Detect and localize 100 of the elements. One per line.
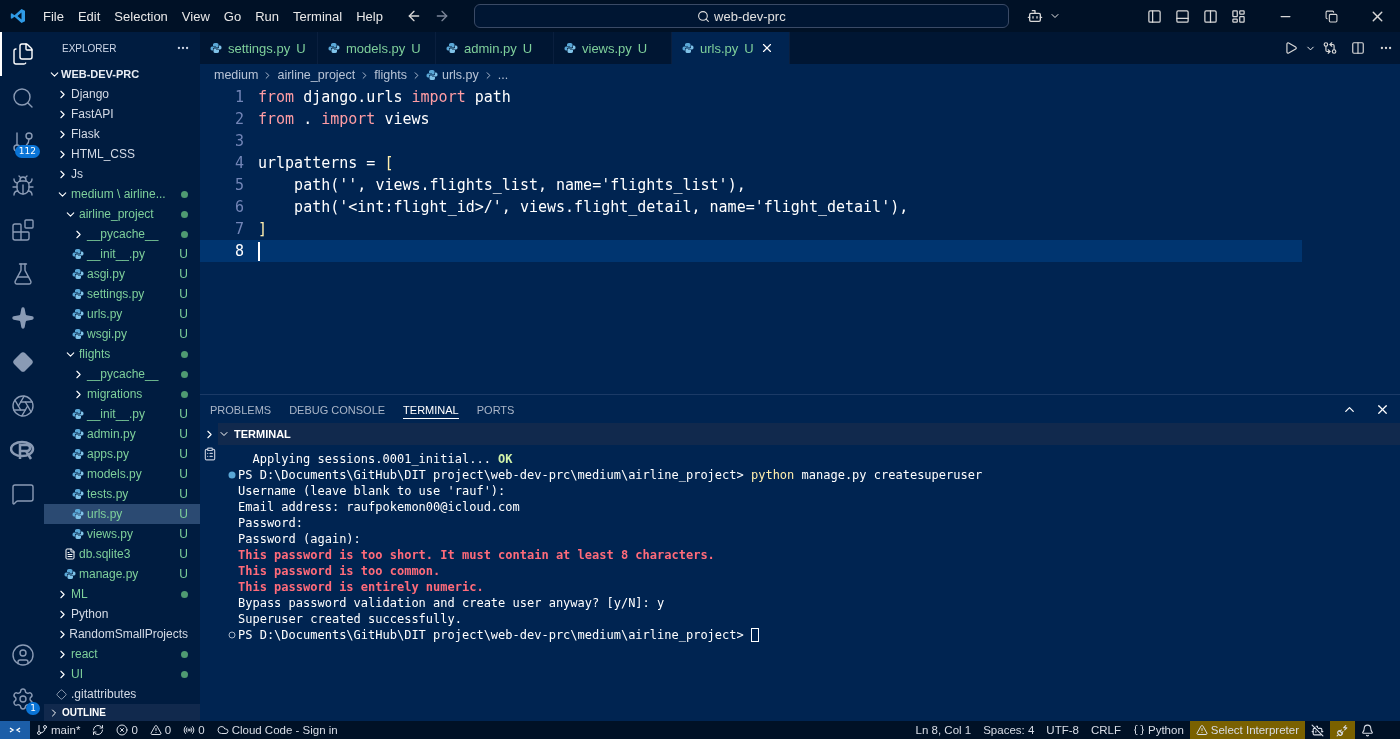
folder-tree-item[interactable]: Flask bbox=[44, 124, 200, 144]
panel-tab[interactable]: PORTS bbox=[476, 399, 515, 419]
panel-tab[interactable]: PROBLEMS bbox=[210, 399, 272, 419]
code-text: ] bbox=[258, 220, 268, 238]
git-status: U bbox=[179, 427, 188, 441]
python-file-icon bbox=[72, 288, 84, 300]
terminal-line: Email address: raufpokemon00@icloud.com bbox=[237, 499, 521, 515]
cloud-icon bbox=[216, 724, 229, 736]
status-item[interactable]: Cloud Code - Sign in bbox=[210, 721, 344, 739]
status-item[interactable]: CRLF bbox=[1084, 721, 1127, 739]
status-item[interactable]: main* bbox=[30, 721, 87, 739]
remote-button[interactable] bbox=[0, 721, 30, 739]
r-logo-icon bbox=[10, 440, 36, 460]
folder-tree-item[interactable]: __pycache__ bbox=[44, 224, 200, 244]
breadcrumb-item[interactable]: ... bbox=[497, 68, 509, 82]
restore-icon[interactable] bbox=[1324, 9, 1338, 23]
run-icon[interactable] bbox=[1284, 41, 1298, 55]
file-tree-item[interactable]: db.sqlite3 U bbox=[44, 544, 200, 564]
git-status: U bbox=[179, 307, 188, 321]
robot-icon[interactable] bbox=[1026, 8, 1043, 24]
layout-icon[interactable] bbox=[1230, 8, 1246, 24]
python-file-icon bbox=[72, 248, 84, 260]
app-logo-icon bbox=[10, 8, 26, 24]
root-folder[interactable]: WEB-DEV-PRC bbox=[44, 64, 200, 84]
file-tree-item[interactable]: models.py U bbox=[44, 464, 200, 484]
breadcrumb-item[interactable]: medium bbox=[214, 68, 259, 82]
folder-tree-item[interactable]: Python bbox=[44, 604, 200, 624]
folder-tree-item[interactable]: FastAPI bbox=[44, 104, 200, 124]
file-tree-item[interactable]: wsgi.py U bbox=[44, 324, 200, 344]
branch-icon bbox=[36, 724, 48, 736]
git-status: U bbox=[179, 447, 188, 461]
outline-title: OUTLINE bbox=[62, 707, 106, 718]
file-tree-item[interactable]: views.py U bbox=[44, 524, 200, 544]
status-item[interactable]: Ln 8, Col 1 bbox=[909, 721, 978, 739]
breadcrumb-item[interactable]: airline_project bbox=[277, 68, 356, 82]
folder-tree-item[interactable]: __pycache__ bbox=[44, 364, 200, 384]
folder-tree-item[interactable]: RandomSmallProjects bbox=[44, 624, 200, 644]
panel-toggle-icon[interactable] bbox=[1174, 8, 1190, 24]
python-file-icon bbox=[72, 328, 84, 340]
status-item[interactable]: Select Interpreter bbox=[1189, 721, 1305, 739]
line-number: 8 bbox=[233, 242, 245, 260]
folder-tree-item[interactable]: medium \ airline... bbox=[44, 184, 200, 204]
file-tree-item[interactable]: __init__.py U bbox=[44, 404, 200, 424]
git-status: U bbox=[179, 407, 188, 421]
panel-tab[interactable]: DEBUG CONSOLE bbox=[289, 399, 386, 419]
menu-item[interactable]: Run bbox=[248, 8, 286, 24]
folder-tree-item[interactable]: migrations bbox=[44, 384, 200, 404]
editor-tab[interactable]: urls.py U bbox=[672, 32, 790, 64]
status-item[interactable]: UTF-8 bbox=[1040, 721, 1085, 739]
sidebar-toggle-icon[interactable] bbox=[1146, 8, 1162, 24]
status-item[interactable]: 0 bbox=[143, 721, 178, 739]
status-item[interactable]: Spaces: 4 bbox=[977, 721, 1041, 739]
file-tree-item[interactable]: apps.py U bbox=[44, 444, 200, 464]
menu-item[interactable]: Edit bbox=[70, 8, 108, 24]
folder-tree-item[interactable]: HTML_CSS bbox=[44, 144, 200, 164]
file-tree-item[interactable]: admin.py U bbox=[44, 424, 200, 444]
folder-tree-item[interactable]: react bbox=[44, 644, 200, 664]
folder-tree-item[interactable]: flights bbox=[44, 344, 200, 364]
menu-item[interactable]: File bbox=[36, 8, 71, 24]
status-item[interactable]: Python bbox=[1126, 721, 1190, 739]
compare-icon[interactable] bbox=[1323, 41, 1337, 55]
menu-item[interactable]: Go bbox=[216, 8, 249, 24]
file-tree-item[interactable]: manage.py U bbox=[44, 564, 200, 584]
file-tree-item[interactable]: urls.py U bbox=[44, 504, 200, 524]
search-field[interactable]: web-dev-prc bbox=[473, 4, 1009, 28]
terminal-line: This password is entirely numeric. bbox=[237, 579, 485, 595]
file-tree-item[interactable]: .gitattributes bbox=[44, 684, 200, 704]
python-file-icon bbox=[72, 528, 84, 540]
clipboard-icon[interactable] bbox=[203, 447, 217, 461]
file-tree-item[interactable]: asgi.py U bbox=[44, 264, 200, 284]
split-layout-icon[interactable] bbox=[1202, 8, 1218, 24]
folder-tree-item[interactable]: Django bbox=[44, 84, 200, 104]
activity-button[interactable]: 112 bbox=[0, 120, 44, 164]
menu-item[interactable]: View bbox=[174, 8, 217, 24]
split-editor-icon[interactable] bbox=[1351, 41, 1365, 55]
file-tree-item[interactable]: urls.py U bbox=[44, 304, 200, 324]
status-item[interactable]: 0 bbox=[110, 721, 144, 739]
terminal-title: TERMINAL bbox=[234, 428, 291, 440]
status-item[interactable]: 0 bbox=[177, 721, 211, 739]
error-icon bbox=[116, 724, 129, 736]
folder-tree-item[interactable]: ML bbox=[44, 584, 200, 604]
file-tree-item[interactable]: tests.py U bbox=[44, 484, 200, 504]
chat-icon bbox=[11, 482, 35, 506]
outline-header[interactable]: OUTLINE bbox=[44, 704, 200, 721]
braces-icon bbox=[1132, 724, 1145, 736]
terminal-line: Applying sessions.0001_initial... OK bbox=[251, 451, 514, 467]
file-tree-item[interactable]: __init__.py U bbox=[44, 244, 200, 264]
folder-tree-item[interactable]: Js bbox=[44, 164, 200, 184]
panel-tab[interactable]: TERMINAL bbox=[403, 399, 459, 419]
folder-tree-item[interactable]: UI bbox=[44, 664, 200, 684]
activity-button[interactable]: 1 bbox=[0, 677, 44, 721]
menu-item[interactable]: Terminal bbox=[286, 8, 350, 24]
menu-item[interactable]: Selection bbox=[107, 8, 175, 24]
folder-tree-item[interactable]: airline_project bbox=[44, 204, 200, 224]
breadcrumb-item[interactable]: urls.py bbox=[441, 68, 479, 82]
file-tree-item[interactable]: settings.py U bbox=[44, 284, 200, 304]
menu-item[interactable]: Help bbox=[349, 8, 390, 24]
breadcrumb-item[interactable]: flights bbox=[374, 68, 407, 82]
remote-icon bbox=[9, 725, 21, 735]
count-badge: 112 bbox=[14, 145, 40, 158]
